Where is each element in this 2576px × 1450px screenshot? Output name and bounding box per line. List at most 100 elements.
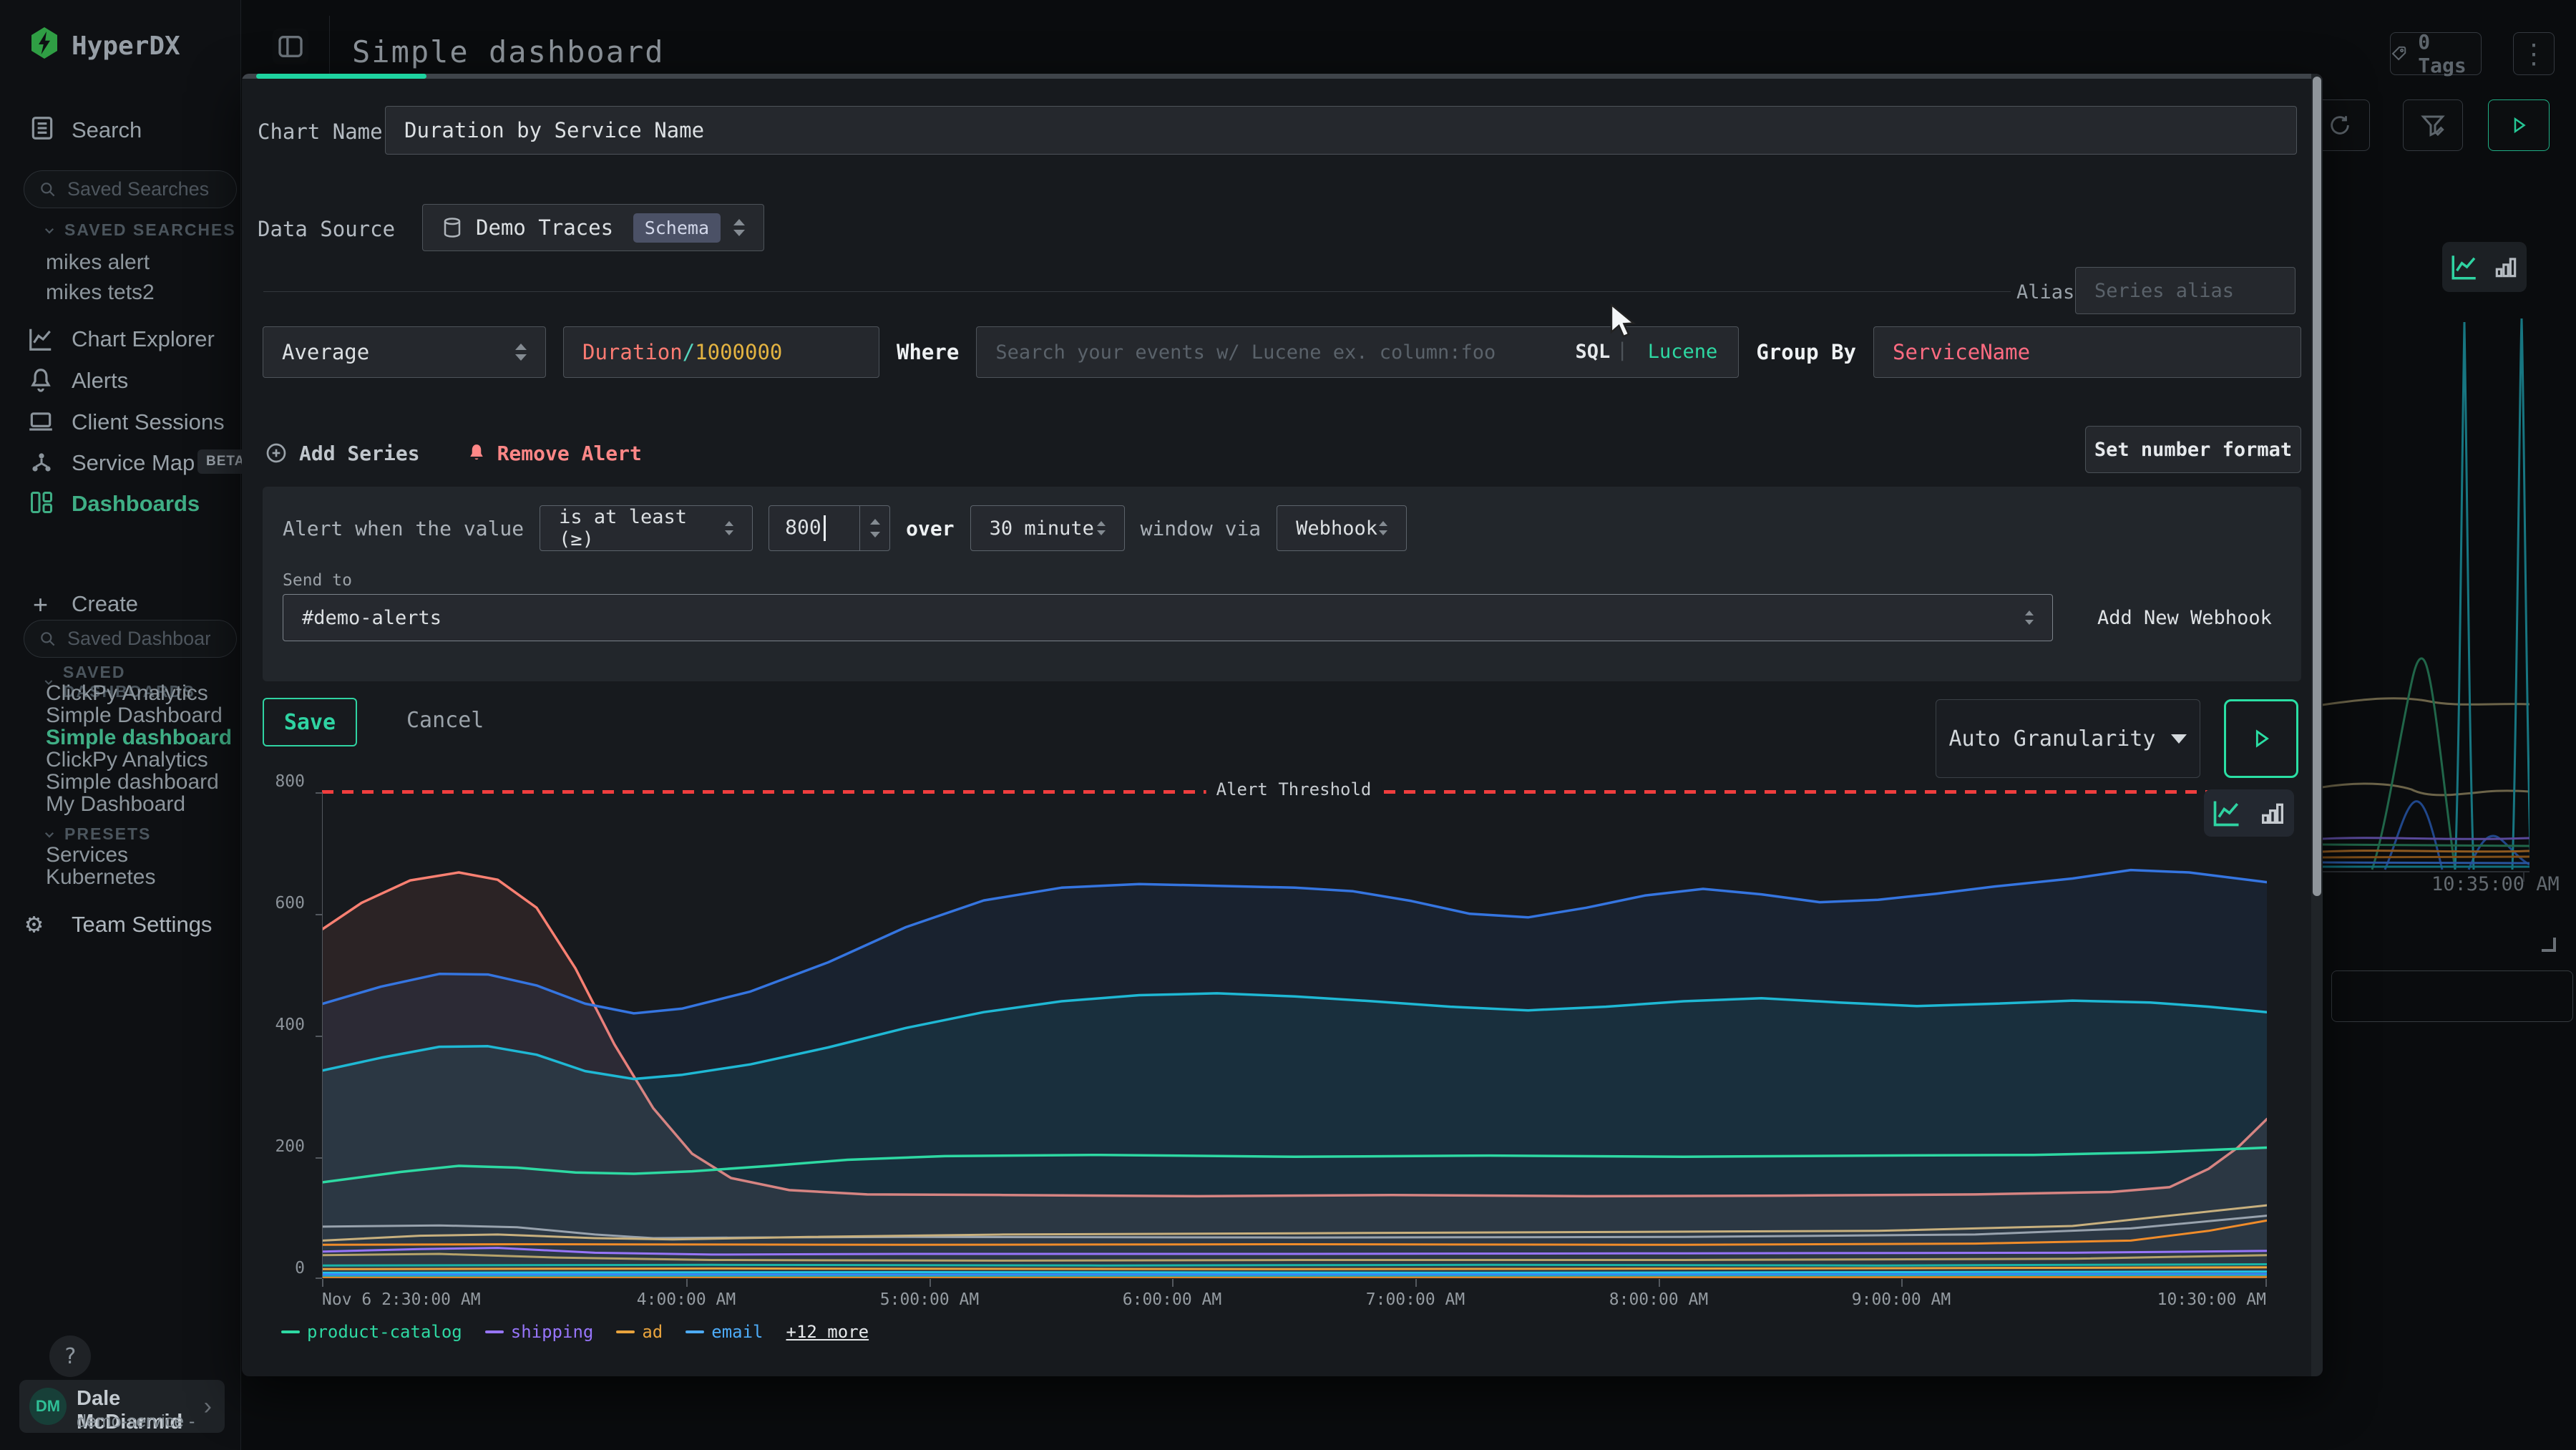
refresh-icon	[2328, 113, 2352, 137]
avatar: DM	[29, 1388, 67, 1425]
data-source-select[interactable]: Demo Traces Schema	[422, 204, 764, 251]
remove-alert-button[interactable]: Remove Alert	[466, 442, 642, 465]
alert-threshold-label: Alert Threshold	[1206, 779, 1382, 799]
tile-resize-handle[interactable]	[2542, 938, 2556, 952]
saved-searches-input[interactable]	[67, 178, 210, 200]
alert-channel-select[interactable]: Webhook	[1277, 505, 1407, 551]
play-icon	[2249, 726, 2273, 751]
saved-searches-search[interactable]	[24, 170, 237, 208]
y-axis-tick: 800	[255, 772, 305, 791]
user-card[interactable]: DM Dale McDiarmid demo-service - ›	[19, 1380, 225, 1433]
data-source-value: Demo Traces	[476, 215, 620, 240]
send-to-label: Send to	[283, 571, 352, 590]
alias-input[interactable]	[2075, 267, 2296, 314]
number-stepper[interactable]	[859, 506, 889, 550]
database-icon	[441, 217, 463, 238]
sidebar-item-team-settings[interactable]: Team Settings	[72, 912, 212, 938]
alert-threshold-input[interactable]: 800	[769, 505, 890, 551]
text-caret	[824, 515, 826, 541]
expression-operator: /	[683, 340, 695, 364]
saved-searches-header[interactable]: SAVED SEARCHES	[43, 220, 236, 240]
bar-chart-icon	[2492, 253, 2519, 281]
modal-scrollbar	[2311, 74, 2323, 1376]
filter-edit-icon	[2420, 112, 2446, 138]
where-search-wrap: SQL | Lucene	[976, 326, 1739, 378]
alert-config-panel: Alert when the value is at least (≥) 800…	[263, 487, 2301, 681]
sidebar-item-service-map[interactable]: Service Map	[72, 450, 195, 476]
chart-plot-area[interactable]	[322, 792, 2266, 1278]
x-axis-tick: 10:30:00 AM	[2157, 1290, 2266, 1309]
search-icon	[39, 630, 57, 648]
search-icon	[39, 180, 57, 199]
plus-icon: +	[33, 590, 48, 620]
x-axis-tick: 7:00:00 AM	[1366, 1290, 1465, 1309]
x-axis-tick: Nov 6 2:30:00 AM	[322, 1290, 481, 1309]
sidebar: HyperDX Search SAVED SEARCHES mikes aler…	[0, 0, 241, 1450]
set-number-format-button[interactable]: Set number format	[2085, 426, 2301, 473]
tags-button[interactable]: 0 Tags	[2390, 32, 2482, 75]
background-run-button[interactable]	[2488, 99, 2550, 151]
saved-dashboard-item[interactable]: Simple dashboard	[46, 770, 219, 794]
saved-search-item[interactable]: mikes alert	[46, 250, 150, 275]
saved-dashboard-item[interactable]: My Dashboard	[46, 792, 185, 817]
brand-logo-icon	[27, 26, 62, 60]
cancel-button[interactable]: Cancel	[406, 708, 484, 733]
help-button[interactable]: ?	[49, 1335, 91, 1377]
sidebar-collapse-button[interactable]	[273, 29, 308, 64]
lucene-mode-button[interactable]: Lucene	[1648, 341, 1718, 363]
sidebar-item-alerts[interactable]: Alerts	[72, 368, 128, 394]
saved-dashboards-search[interactable]	[24, 620, 237, 658]
saved-search-item[interactable]: mikes tets2	[46, 281, 155, 305]
legend-item[interactable]: ad	[616, 1322, 663, 1342]
group-by-label: Group By	[1756, 340, 1856, 364]
dashboards-icon	[29, 490, 54, 515]
tags-label: 0 Tags	[2418, 30, 2481, 77]
group-by-input[interactable]: ServiceName	[1873, 326, 2301, 378]
lang-divider: |	[1616, 339, 1628, 361]
chevron-down-icon	[43, 224, 56, 237]
scrollbar-thumb[interactable]	[2313, 77, 2321, 896]
filter-button[interactable]	[2403, 99, 2463, 151]
select-updown-icon	[515, 344, 527, 361]
saved-dashboard-item[interactable]: ClickPy Analytics	[46, 748, 208, 772]
chart-name-input[interactable]	[385, 106, 2297, 155]
legend-item[interactable]: shipping	[485, 1322, 594, 1342]
legend-item[interactable]: email	[686, 1322, 763, 1342]
add-webhook-link[interactable]: Add New Webhook	[2097, 607, 2272, 629]
legend-item[interactable]: product-catalog	[281, 1322, 462, 1342]
x-axis-tick: 9:00:00 AM	[1852, 1290, 1951, 1309]
expression-field: Duration	[582, 340, 683, 364]
alert-condition-select[interactable]: is at least (≥)	[540, 505, 753, 551]
chart-type-toggle[interactable]	[2204, 789, 2294, 837]
expression-input[interactable]: Duration/1000000	[563, 326, 879, 378]
saved-dashboards-input[interactable]	[67, 628, 210, 650]
x-axis-tick: 6:00:00 AM	[1123, 1290, 1221, 1309]
play-icon	[2508, 115, 2529, 136]
add-series-button[interactable]: Add Series	[265, 442, 420, 465]
sidebar-item-chart-explorer[interactable]: Chart Explorer	[72, 326, 215, 352]
line-chart-icon	[2211, 797, 2243, 829]
series-divider	[263, 291, 2011, 292]
save-button[interactable]: Save	[263, 698, 357, 746]
preset-item[interactable]: Kubernetes	[46, 865, 155, 890]
webhook-select[interactable]: #demo-alerts	[283, 594, 2053, 641]
chart-name-label: Chart Name	[258, 120, 383, 144]
sidebar-item-client-sessions[interactable]: Client Sessions	[72, 409, 225, 435]
presets-header[interactable]: PRESETS	[43, 824, 151, 844]
alert-window-select[interactable]: 30 minute	[970, 505, 1125, 551]
run-chart-button[interactable]	[2224, 699, 2298, 778]
user-org: demo-service -	[77, 1411, 195, 1432]
kebab-menu-button[interactable]: ⋮	[2513, 32, 2555, 75]
sidebar-item-dashboards[interactable]: Dashboards	[72, 491, 200, 517]
background-chart-type-toggle[interactable]	[2442, 242, 2527, 292]
granularity-select[interactable]: Auto Granularity	[1936, 699, 2200, 778]
sidebar-item-search[interactable]: Search	[72, 117, 142, 143]
saved-dashboard-item[interactable]: ClickPy Analytics	[46, 681, 208, 706]
preset-item[interactable]: Services	[46, 843, 128, 867]
saved-dashboard-item[interactable]: Simple Dashboard	[46, 704, 223, 728]
aggregation-select[interactable]: Average	[263, 326, 546, 378]
legend-more-link[interactable]: +12 more	[786, 1322, 869, 1342]
saved-dashboard-item-active[interactable]: Simple dashboard	[46, 726, 232, 750]
alias-label: Alias	[2016, 281, 2074, 303]
sql-mode-button[interactable]: SQL	[1576, 341, 1611, 363]
